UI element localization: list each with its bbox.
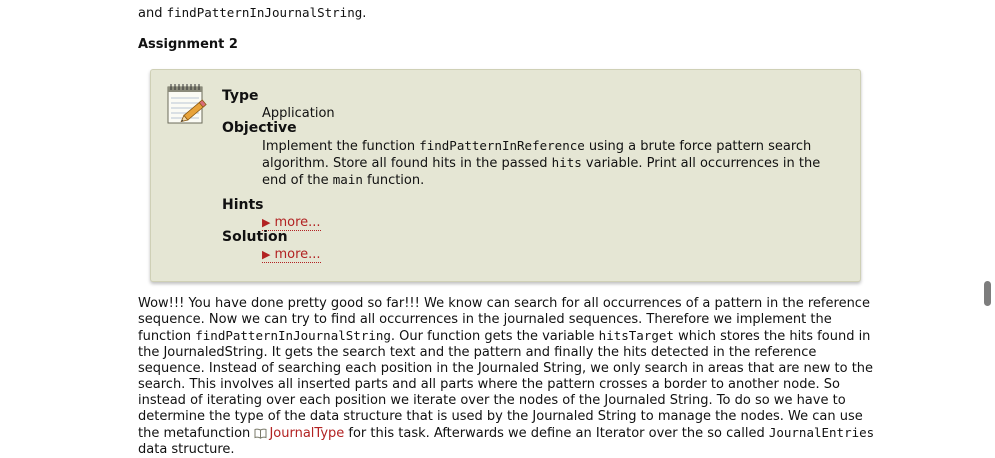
section-title: Assignment 2 [138,37,238,52]
body-code-function: findPatternInJournalString [195,328,391,343]
type-label: Type [222,88,259,104]
hints-label: Hints [222,197,264,213]
assignment-box: Type Application Objective Implement the… [150,69,861,282]
previous-paragraph-end: and findPatternInJournalString. [138,5,367,21]
triangle-right-icon: ▶ [262,248,271,261]
solution-more-link[interactable]: ▶ more... [262,247,321,263]
objective-label: Objective [222,120,297,136]
triangle-right-icon: ▶ [262,216,271,229]
solution-label: Solution [222,229,288,245]
objective-code-function: findPatternInReference [419,138,585,153]
body-paragraph: Wow!!! You have done pretty good so far!… [138,296,875,457]
type-value: Application [262,106,335,121]
notepad-pencil-icon [167,84,207,124]
objective-code-main: main [332,172,363,187]
body-code-hits-target: hitsTarget [598,328,674,343]
objective-code-hits: hits [551,155,582,170]
scrollbar-thumb[interactable] [984,281,991,306]
function-name-code: findPatternInJournalString [166,5,363,20]
body-code-journal-entries: JournalEntries [768,425,875,440]
journal-type-link[interactable]: JournalType [254,426,344,441]
book-icon [254,428,267,439]
objective-text: Implement the function findPatternInRefe… [262,138,821,188]
vertical-scrollbar[interactable] [981,0,995,448]
